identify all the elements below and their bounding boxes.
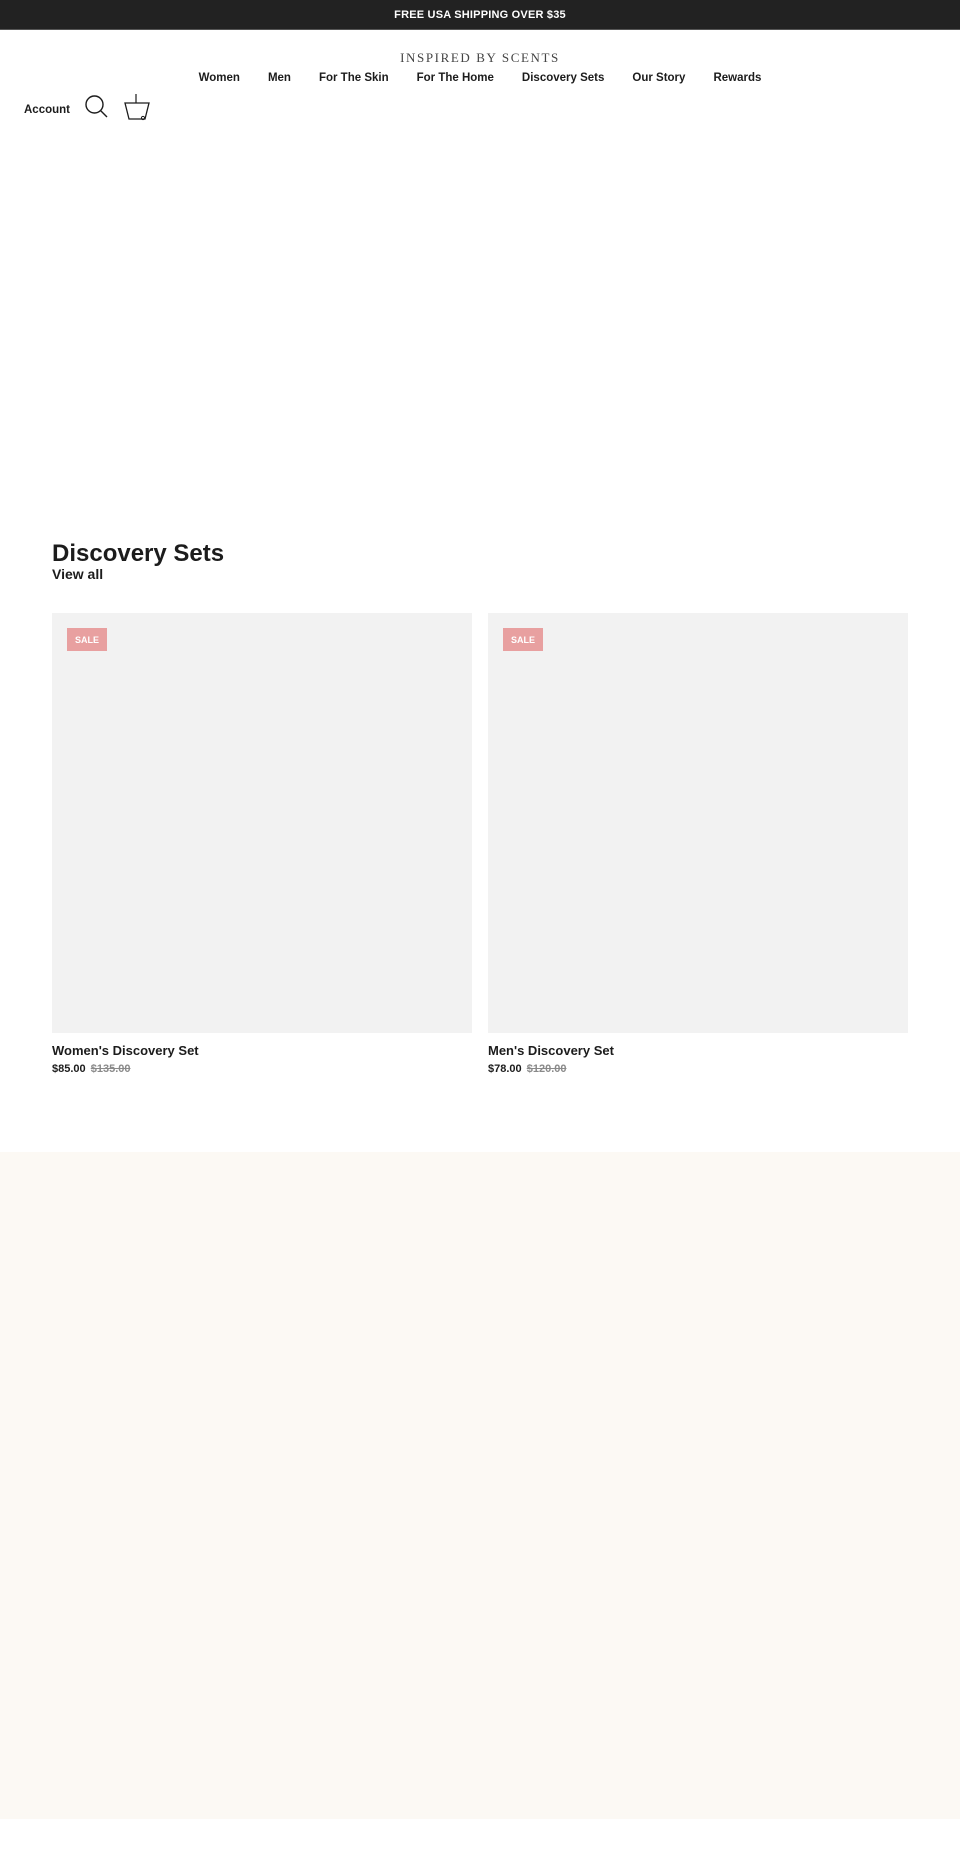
nav-item-for-the-skin[interactable]: For The Skin	[305, 72, 403, 84]
sale-price: $85.00	[52, 1063, 86, 1075]
sale-price: $78.00	[488, 1063, 522, 1075]
header-utility: Account	[24, 92, 164, 122]
product-name[interactable]: Women's Discovery Set	[52, 1043, 472, 1058]
cream-content-section	[0, 1152, 960, 1819]
product-image[interactable]: SALE	[52, 613, 472, 1033]
nav-item-rewards[interactable]: Rewards	[699, 72, 775, 84]
nav-item-for-the-home[interactable]: For The Home	[403, 72, 508, 84]
main-nav: Women Men For The Skin For The Home Disc…	[0, 72, 960, 84]
view-all-link[interactable]: View all	[52, 566, 103, 582]
product-image[interactable]: SALE	[488, 613, 908, 1033]
announcement-text: FREE USA SHIPPING OVER $35	[394, 8, 566, 21]
cart-button[interactable]	[122, 92, 152, 122]
nav-item-men[interactable]: Men	[254, 72, 305, 84]
search-icon	[85, 95, 108, 118]
search-button[interactable]	[84, 94, 110, 120]
account-link[interactable]: Account	[24, 104, 70, 116]
site-logo[interactable]: INSPIRED BY SCENTS	[0, 50, 960, 66]
compare-at-price: $120.00	[526, 1063, 567, 1075]
product-name[interactable]: Men's Discovery Set	[488, 1043, 908, 1058]
price-row: $78.00 $120.00	[488, 1063, 908, 1075]
nav-item-women[interactable]: Women	[185, 72, 254, 84]
sale-badge: SALE	[503, 628, 543, 651]
compare-at-price: $135.00	[90, 1063, 131, 1075]
product-card[interactable]: SALE Men's Discovery Set $78.00 $120.00	[488, 613, 908, 1075]
sale-badge: SALE	[67, 628, 107, 651]
section-title: Discovery Sets	[52, 540, 225, 567]
basket-icon	[124, 94, 150, 121]
price-row: $85.00 $135.00	[52, 1063, 472, 1075]
nav-item-our-story[interactable]: Our Story	[618, 72, 699, 84]
nav-item-discovery-sets[interactable]: Discovery Sets	[508, 72, 618, 84]
announcement-bar: FREE USA SHIPPING OVER $35	[0, 0, 960, 30]
product-card[interactable]: SALE Women's Discovery Set $85.00 $135.0…	[52, 613, 472, 1075]
